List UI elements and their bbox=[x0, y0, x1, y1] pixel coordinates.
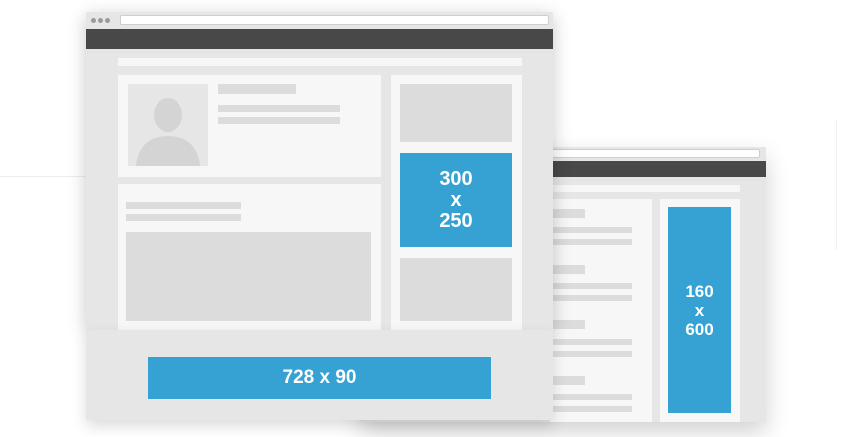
toolbar bbox=[86, 29, 553, 49]
leaderboard-ad-slot: 728 x 90 bbox=[148, 357, 491, 399]
text-placeholder bbox=[550, 295, 632, 301]
window-dot-icon bbox=[98, 18, 103, 23]
text-placeholder bbox=[550, 339, 632, 345]
ad-times-label: x bbox=[450, 188, 462, 211]
medium-rectangle-ad-slot: 300 x 250 bbox=[400, 153, 512, 247]
text-placeholder bbox=[550, 320, 585, 329]
ad-times-label: x bbox=[694, 300, 705, 320]
window-dot-icon bbox=[91, 18, 96, 23]
ad-height-label: 600 bbox=[685, 319, 714, 339]
avatar bbox=[128, 84, 208, 166]
text-placeholder bbox=[550, 227, 632, 233]
sidebar-placeholder bbox=[400, 258, 512, 321]
address-bar bbox=[550, 149, 760, 158]
ad-width-label: 300 bbox=[439, 167, 473, 190]
nav-placeholder bbox=[550, 185, 740, 192]
text-placeholder bbox=[126, 214, 241, 221]
leaderboard-label: 728 x 90 bbox=[282, 367, 357, 388]
text-placeholder bbox=[550, 239, 632, 245]
text-placeholder bbox=[550, 406, 632, 412]
text-placeholder bbox=[218, 117, 340, 124]
front-browser-window: 300 x 250 bbox=[86, 12, 553, 330]
window-dot-icon bbox=[105, 18, 110, 23]
ad-width-label: 160 bbox=[685, 281, 714, 301]
text-placeholder bbox=[218, 105, 340, 112]
text-placeholder bbox=[550, 394, 632, 400]
text-placeholder bbox=[550, 209, 585, 218]
skyscraper-ad-slot: 160 x 600 bbox=[668, 207, 731, 413]
divider-line bbox=[0, 176, 90, 177]
text-placeholder bbox=[550, 265, 585, 274]
text-placeholder bbox=[550, 351, 632, 357]
nav-placeholder bbox=[118, 58, 522, 66]
image-placeholder bbox=[126, 232, 371, 321]
text-placeholder bbox=[550, 283, 632, 289]
text-placeholder bbox=[550, 376, 585, 385]
text-placeholder bbox=[126, 202, 241, 209]
sidebar-placeholder bbox=[400, 84, 512, 142]
address-bar bbox=[120, 15, 549, 25]
ad-height-label: 250 bbox=[439, 209, 473, 232]
person-icon bbox=[136, 98, 200, 166]
divider-line-right bbox=[836, 120, 837, 250]
text-placeholder bbox=[218, 84, 296, 94]
